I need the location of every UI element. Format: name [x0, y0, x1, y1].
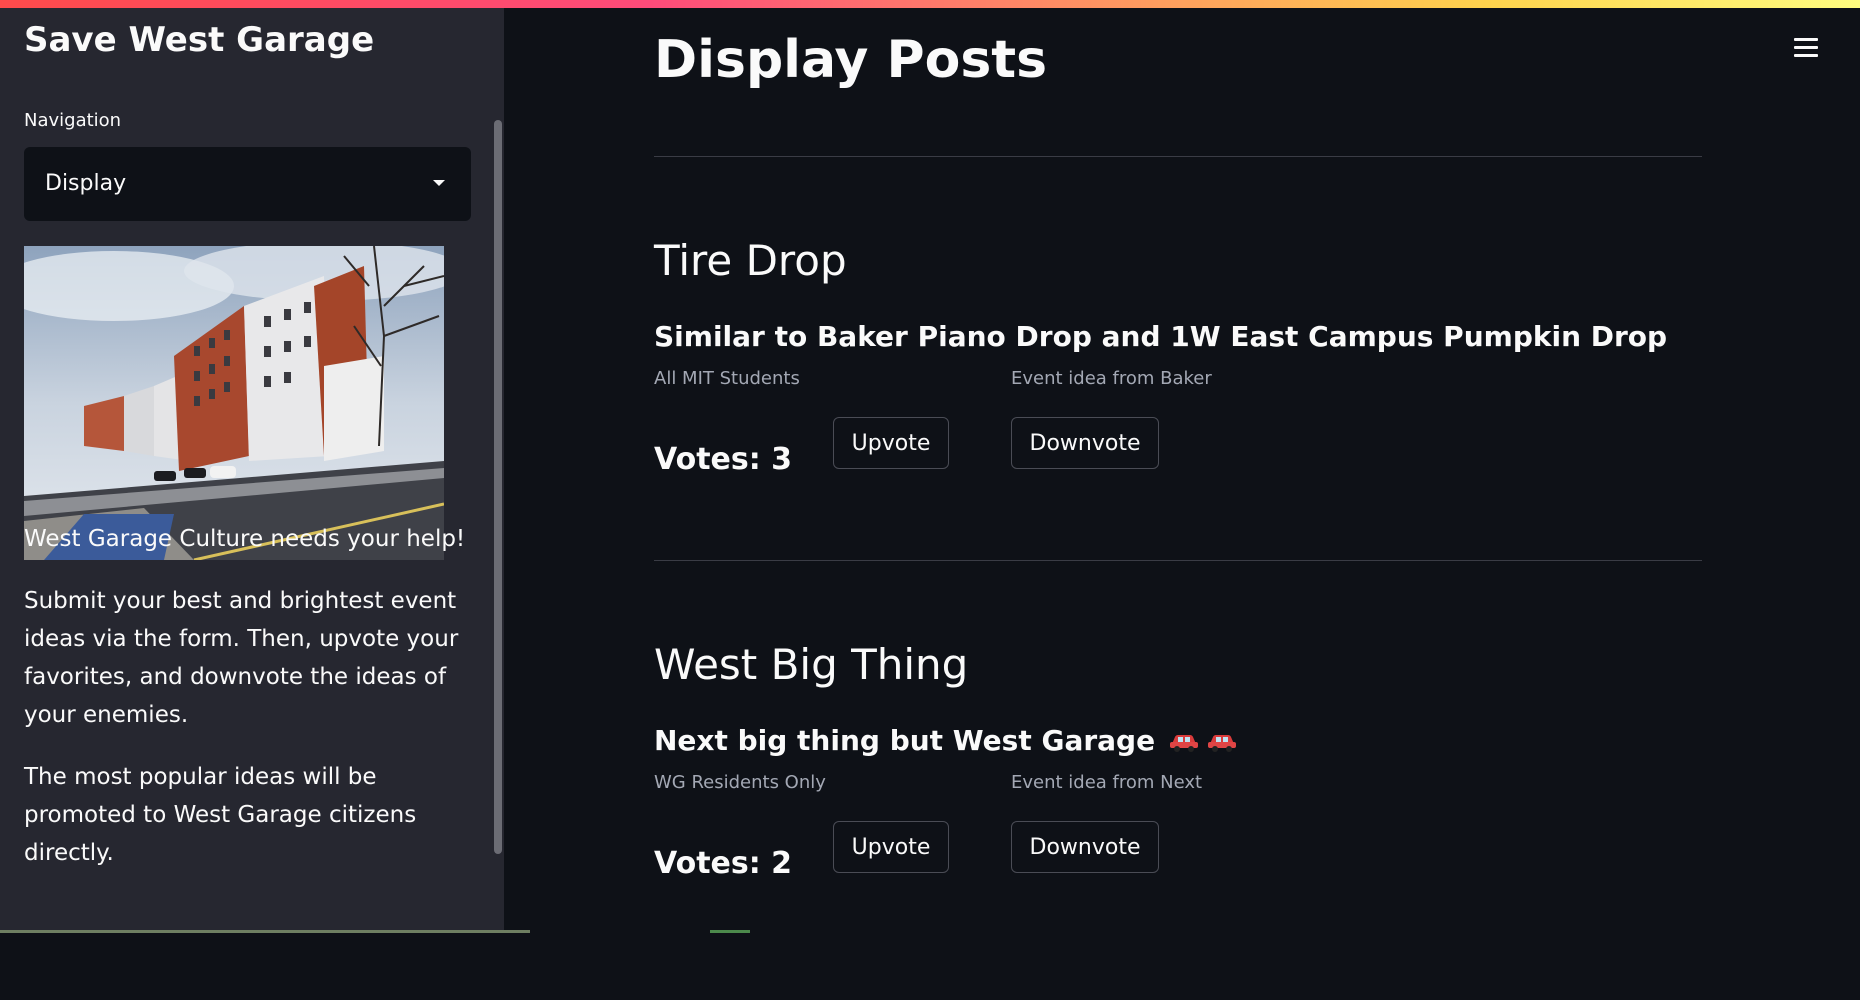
- page-title: Display Posts: [654, 30, 1048, 90]
- post-card: West Big Thing Next big thing but West G…: [654, 640, 1702, 1000]
- post-source: Event idea from Next: [1011, 772, 1203, 793]
- hamburger-menu-icon[interactable]: [1794, 38, 1818, 62]
- post-source: Event idea from Baker: [1011, 368, 1212, 389]
- app-title: Save West Garage: [24, 20, 375, 60]
- vote-count: Votes: 2: [654, 846, 793, 881]
- west-garage-photo: [24, 246, 444, 560]
- instructions-text: Submit your best and brightest event ide…: [24, 588, 459, 728]
- post-title: Tire Drop: [654, 236, 847, 285]
- post-audience: WG Residents Only: [654, 772, 826, 793]
- car-emoji-icon: [1170, 735, 1199, 752]
- post-title: West Big Thing: [654, 640, 969, 689]
- car-emoji-icon: [1208, 735, 1237, 752]
- intro-text: West Garage Culture needs your help!: [24, 526, 466, 552]
- navigation-select[interactable]: Display: [24, 147, 471, 221]
- divider: [654, 560, 1702, 561]
- divider: [654, 156, 1702, 157]
- downvote-button[interactable]: Downvote: [1011, 417, 1159, 469]
- upvote-button[interactable]: Upvote: [833, 821, 949, 873]
- navigation-select-value: Display: [45, 171, 127, 196]
- post-audience: All MIT Students: [654, 368, 800, 389]
- post-description: Next big thing but West Garage: [654, 724, 1237, 757]
- upvote-button[interactable]: Upvote: [833, 417, 949, 469]
- chevron-down-icon: [433, 180, 445, 186]
- navigation-label: Navigation: [24, 110, 122, 131]
- sidebar: Save West Garage Navigation Display West…: [0, 8, 504, 933]
- top-decoration-bar: [0, 0, 1860, 8]
- post-description-text: Next big thing but West Garage: [654, 724, 1156, 757]
- post-card: Tire Drop Similar to Baker Piano Drop an…: [654, 236, 1702, 596]
- main-content: Display Posts Tire Drop Similar to Baker…: [504, 8, 1860, 933]
- post-description: Similar to Baker Piano Drop and 1W East …: [654, 320, 1668, 353]
- downvote-button[interactable]: Downvote: [1011, 821, 1159, 873]
- sidebar-scrollbar[interactable]: [494, 120, 502, 854]
- promotion-text: The most popular ideas will be promoted …: [24, 764, 417, 866]
- vote-count: Votes: 3: [654, 442, 793, 477]
